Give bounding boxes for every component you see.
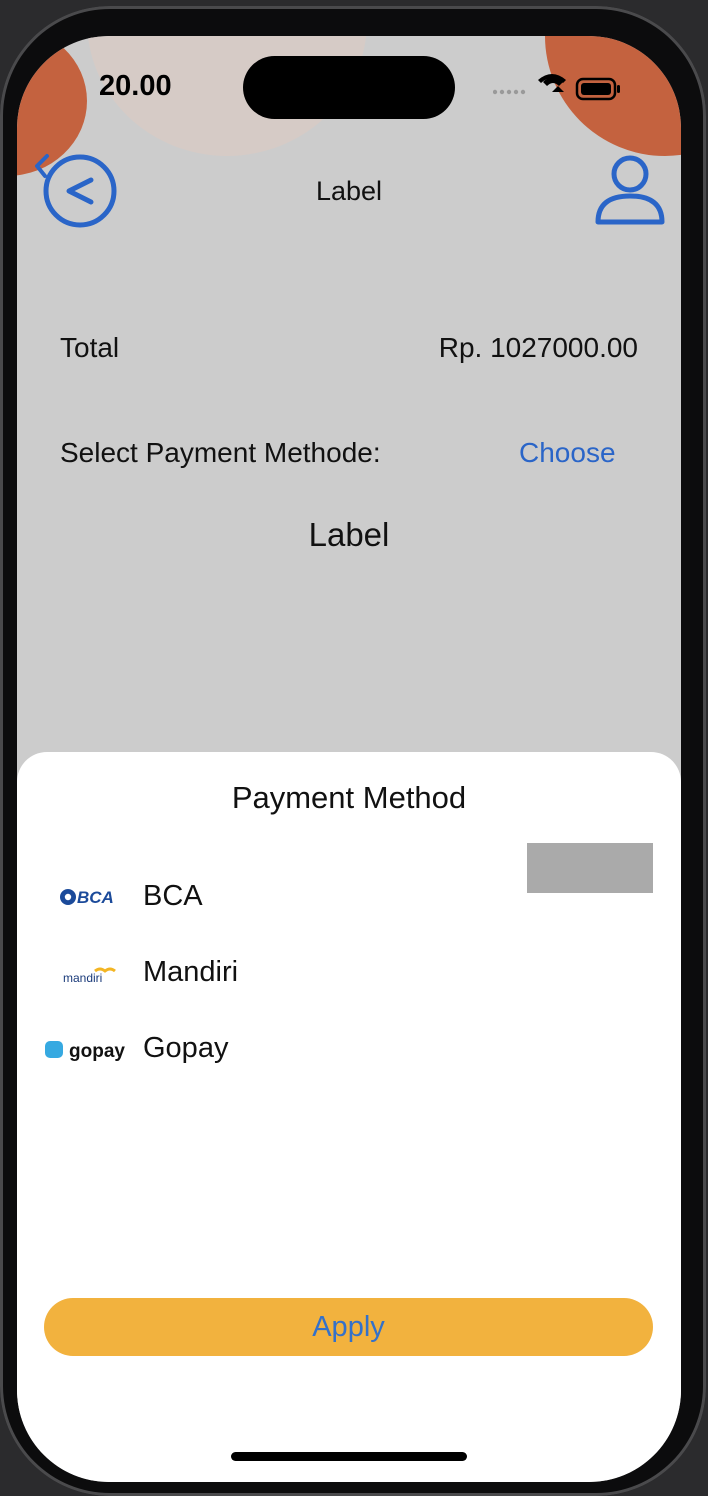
payment-option-label: Gopay: [143, 1032, 229, 1064]
gopay-logo-icon: gopay: [21, 1030, 125, 1070]
choose-button[interactable]: Choose: [519, 437, 616, 469]
home-indicator[interactable]: [231, 1452, 467, 1461]
status-icons: [492, 74, 623, 104]
device-frame: 20.00 Label Total Rp. 1027000.00 Select …: [0, 6, 706, 1496]
total-label: Total: [60, 332, 120, 363]
cellular-signal-icon: [492, 89, 526, 95]
person-icon: [595, 155, 665, 225]
svg-text:BCA: BCA: [77, 888, 114, 907]
selection-indicator: [527, 843, 653, 893]
total-value: Rp. 1027000.00: [438, 332, 638, 363]
mandiri-logo-icon: mandiri: [41, 954, 131, 994]
status-time: 20.00: [99, 70, 172, 102]
apply-button[interactable]: Apply: [44, 1298, 653, 1356]
svg-text:gopay: gopay: [69, 1041, 125, 1062]
payment-option-gopay[interactable]: gopay Gopay: [17, 1020, 681, 1080]
sheet-title: Payment Method: [231, 780, 467, 815]
nav-title: Label: [315, 176, 383, 206]
payment-method-sheet: Payment Method BCA BCA mandiri Mandiri g…: [17, 752, 681, 1482]
dynamic-island: [243, 56, 455, 119]
payment-option-label: BCA: [143, 880, 203, 912]
app-screen: 20.00 Label Total Rp. 1027000.00 Select …: [17, 36, 681, 1482]
svg-text:mandiri: mandiri: [63, 971, 102, 985]
wifi-icon: [538, 74, 566, 92]
payment-option-mandiri[interactable]: mandiri Mandiri: [17, 944, 681, 1004]
select-payment-label: Select Payment Methode:: [60, 437, 381, 468]
payment-option-label: Mandiri: [143, 956, 239, 988]
selected-method-label: Label: [308, 516, 390, 553]
bca-logo-icon: BCA: [41, 878, 131, 918]
battery-icon: [575, 77, 620, 101]
profile-button[interactable]: [593, 152, 667, 228]
